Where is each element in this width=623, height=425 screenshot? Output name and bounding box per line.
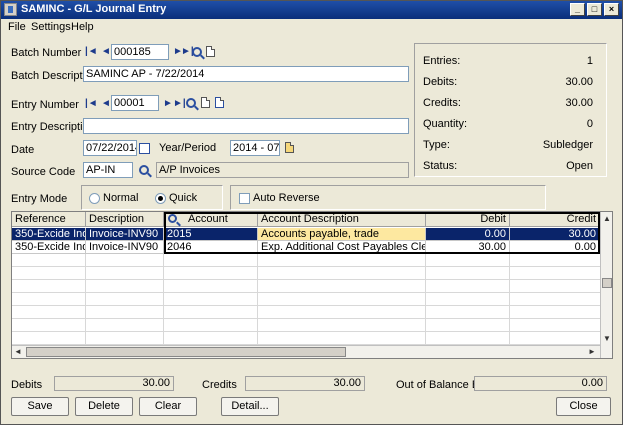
- entry-number-label: Entry Number: [11, 99, 79, 111]
- quick-label: Quick: [169, 192, 198, 204]
- scroll-right-icon[interactable]: ►: [588, 347, 596, 356]
- horizontal-scrollbar[interactable]: ◄ ►: [12, 345, 600, 358]
- year-period-label: Year/Period: [159, 142, 217, 154]
- journal-detail-grid[interactable]: Reference Description Account Account De…: [11, 211, 613, 359]
- total-credits-value: 30.00: [245, 376, 365, 391]
- next-entry-icon[interactable]: ►: [163, 98, 173, 109]
- title-bar: SAMINC - G/L Journal Entry _ □ ×: [1, 1, 622, 19]
- summary-panel: Entries: 1 Debits: 30.00 Credits: 30.00 Qua…: [414, 43, 607, 177]
- maximize-icon[interactable]: □: [587, 3, 602, 16]
- last-entry-icon[interactable]: ►|: [173, 98, 186, 109]
- new-entry-icon[interactable]: [201, 97, 210, 108]
- column-description[interactable]: Description: [86, 212, 164, 227]
- total-debits-label: Debits: [11, 379, 43, 391]
- quick-radio[interactable]: [155, 193, 166, 204]
- menu-bar: File Settings Help: [1, 19, 622, 36]
- cell-description[interactable]: Invoice-INV90: [86, 241, 164, 254]
- total-credits-label: Credits: [202, 379, 237, 391]
- delete-button[interactable]: Delete: [75, 397, 133, 416]
- scroll-thumb[interactable]: [602, 278, 612, 288]
- copy-entry-icon[interactable]: [215, 97, 224, 108]
- batch-description-input[interactable]: SAMINC AP - 7/22/2014: [83, 66, 409, 82]
- year-period-input[interactable]: 2014 - 07: [230, 140, 280, 156]
- batch-search-icon[interactable]: [192, 47, 202, 57]
- empty-columns: [12, 254, 600, 345]
- auto-reverse-checkbox[interactable]: [239, 193, 250, 204]
- batch-number-label: Batch Number: [11, 47, 82, 59]
- window-title: SAMINC - G/L Journal Entry: [21, 3, 167, 15]
- minimize-icon[interactable]: _: [570, 3, 585, 16]
- cell-reference[interactable]: 350-Excide Ind...: [12, 241, 86, 254]
- date-label: Date: [11, 144, 35, 156]
- batch-number-input[interactable]: 000185: [111, 44, 169, 60]
- menu-file[interactable]: File: [8, 21, 26, 33]
- prev-entry-icon[interactable]: ◄: [101, 98, 111, 109]
- new-batch-icon[interactable]: [206, 46, 215, 57]
- out-of-balance-label: Out of Balance By: [396, 379, 485, 391]
- source-code-label: Source Code: [11, 166, 76, 178]
- scroll-left-icon[interactable]: ◄: [14, 347, 22, 356]
- calendar-icon[interactable]: [139, 143, 150, 154]
- entry-search-icon[interactable]: [186, 98, 196, 108]
- journal-entry-window: SAMINC - G/L Journal Entry _ □ × File Se…: [0, 0, 623, 425]
- normal-label: Normal: [103, 192, 139, 204]
- cell-description[interactable]: Invoice-INV90: [86, 228, 164, 241]
- selection-outline: [164, 212, 600, 254]
- auto-reverse-group: Auto Reverse: [230, 185, 546, 210]
- first-entry-icon[interactable]: |◄: [85, 98, 98, 109]
- source-code-input[interactable]: AP-IN: [83, 162, 133, 178]
- detail-button[interactable]: Detail...: [221, 397, 279, 416]
- date-input[interactable]: 07/22/2014: [83, 140, 137, 156]
- cell-reference[interactable]: 350-Excide Ind...: [12, 228, 86, 241]
- first-batch-icon[interactable]: |◄: [85, 46, 98, 57]
- menu-help[interactable]: Help: [71, 21, 94, 33]
- entry-mode-label: Entry Mode: [11, 193, 68, 205]
- total-debits-value: 30.00: [54, 376, 174, 391]
- hscroll-thumb[interactable]: [26, 347, 346, 357]
- entry-description-input[interactable]: [83, 118, 409, 134]
- source-description: A/P Invoices: [156, 162, 409, 178]
- entry-number-input[interactable]: 00001: [111, 95, 159, 111]
- out-of-balance-value: 0.00: [474, 376, 607, 391]
- vertical-scrollbar[interactable]: ▲ ▼: [600, 212, 612, 358]
- scroll-up-icon[interactable]: ▲: [603, 214, 611, 223]
- app-icon: [4, 3, 17, 16]
- clear-button[interactable]: Clear: [139, 397, 197, 416]
- entry-mode-group: Normal Quick: [81, 185, 223, 210]
- prev-batch-icon[interactable]: ◄: [101, 46, 111, 57]
- period-finder-icon[interactable]: [285, 142, 294, 153]
- source-search-icon[interactable]: [139, 165, 149, 175]
- close-button[interactable]: Close: [556, 397, 611, 416]
- menu-settings[interactable]: Settings: [31, 21, 71, 33]
- save-button[interactable]: Save: [11, 397, 69, 416]
- auto-reverse-label: Auto Reverse: [253, 192, 320, 204]
- close-icon[interactable]: ×: [604, 3, 619, 16]
- scroll-down-icon[interactable]: ▼: [603, 334, 611, 343]
- column-reference[interactable]: Reference: [12, 212, 86, 227]
- normal-radio[interactable]: [89, 193, 100, 204]
